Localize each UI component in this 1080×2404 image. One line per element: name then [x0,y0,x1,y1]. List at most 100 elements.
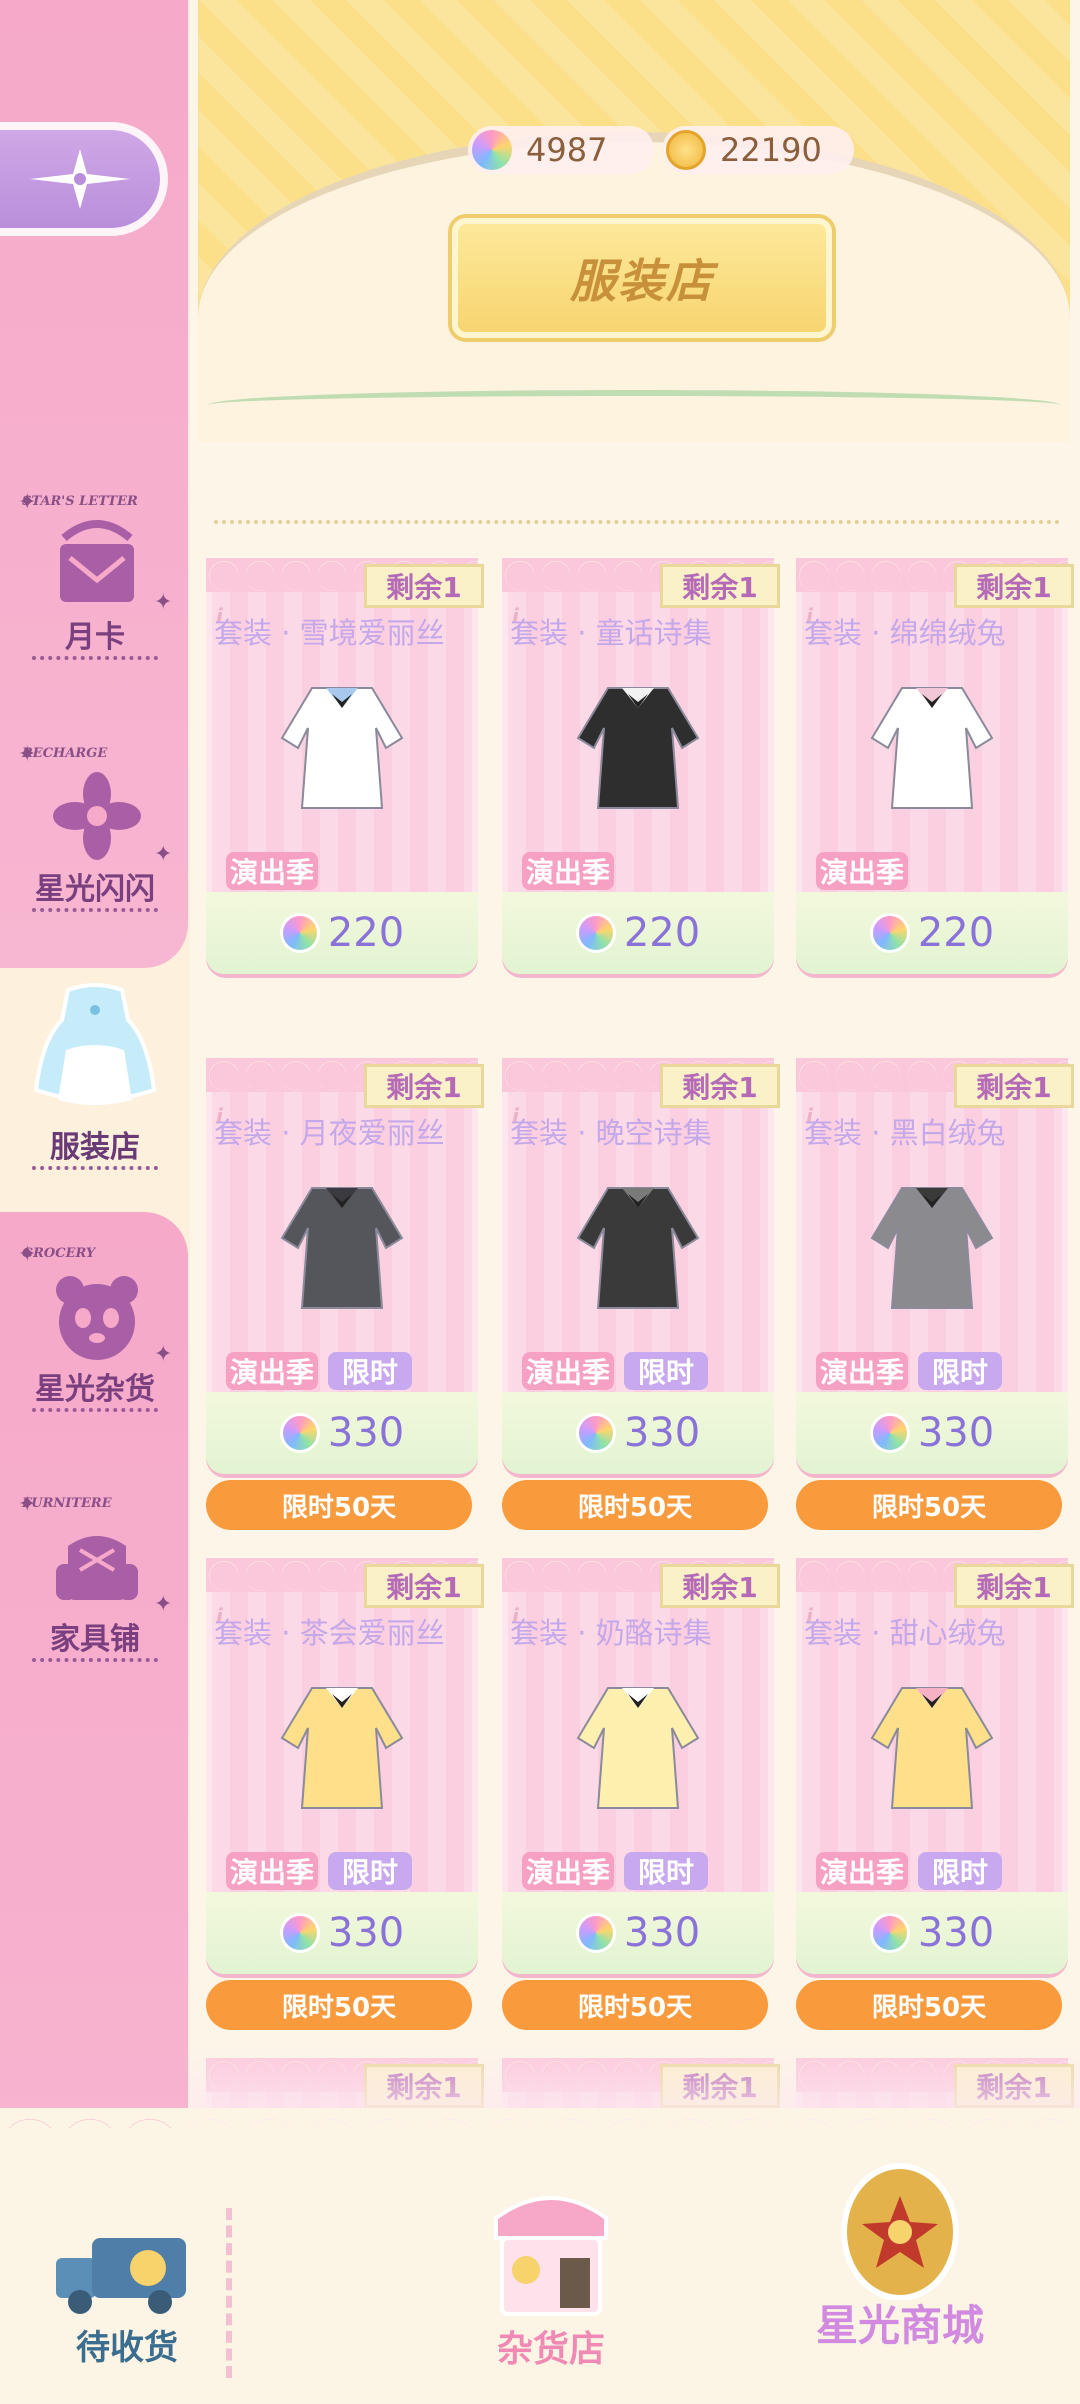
item-name: 套装 · 绵绵绒兔 [804,616,1006,650]
season-badge: 演出季 [522,1852,615,1890]
outfit-icon [576,687,700,809]
star-gem-icon [575,1913,616,1953]
star-gem-icon [869,913,910,953]
season-badge: 演出季 [816,1352,909,1390]
outfit-icon [870,687,994,809]
coin-icon [666,130,706,170]
limited-badge: 限时 [918,1352,1003,1390]
product-card[interactable]: 剩余1 i 套装 · 绵绵绒兔 演出季 220 [796,558,1074,974]
grocery-store-label: 杂货店 [496,2329,605,2370]
star-gem-icon [279,1413,320,1453]
price-value: 330 [327,1410,405,1456]
time-limit-banner: 限时50天 [502,1480,768,1530]
remaining-badge: 剩余1 [364,1564,484,1608]
price-bar[interactable]: 330 [502,1892,774,1974]
outfit-icon [280,1687,404,1809]
price-bar[interactable]: 330 [796,1392,1068,1474]
letter-icon [60,520,134,602]
season-badge: 演出季 [226,1352,319,1390]
badge-group: 演出季 [816,852,909,890]
starlight-mall-label: 星光商城 [815,2301,984,2350]
outfit-icon [280,1187,404,1309]
remaining-badge: 剩余1 [660,1064,780,1108]
price-value: 220 [623,910,701,956]
item-name: 套装 · 童话诗集 [510,616,712,650]
star-gem-icon [472,130,512,170]
sidebar-item-clothing-store[interactable]: 服装店 [0,980,190,1180]
price-bar[interactable]: 330 [206,1392,478,1474]
product-card[interactable]: 剩余1 i 套装 · 奶酪诗集 演出季 限时 330 [502,1558,780,1974]
sofa-icon [56,1536,138,1600]
star-gem-icon [279,1913,320,1953]
item-name: 套装 · 晚空诗集 [510,1116,712,1150]
coin-currency-value: 22190 [720,131,822,169]
product-card[interactable]: 剩余1 i 套装 · 茶会爱丽丝 演出季 限时 330 [206,1558,484,1974]
product-card[interactable]: 剩余1 i 套装 · 童话诗集 演出季 220 [502,558,780,974]
badge-group: 演出季 限时 [522,1352,709,1390]
star-gem-icon [575,913,616,953]
starlight-mall-button[interactable]: 星光商城 [770,2160,1030,2380]
sidebar-item-monthly-card[interactable]: ✦ STAR'S LETTER ✦ 月卡 [0,490,190,674]
vine-decoration [208,390,1060,420]
price-bar[interactable]: 220 [206,892,478,974]
compass-star-icon [30,149,130,209]
time-limit-banner: 限时50天 [796,1480,1062,1530]
star-gem-icon [279,913,320,953]
badge-group: 演出季 限时 [816,1352,1003,1390]
star-currency[interactable]: 4987 [468,126,654,174]
season-badge: 演出季 [522,852,615,890]
remaining-badge: 剩余1 [660,564,780,608]
time-limit-banner: 限时50天 [796,1980,1062,2030]
limited-badge: 限时 [328,1352,413,1390]
price-value: 220 [327,910,405,956]
price-value: 330 [623,1410,701,1456]
sidebar-item-grocery[interactable]: ✦ GROCERY ✦ 星光杂货 [0,1242,190,1426]
item-name: 套装 · 雪境爱丽丝 [214,616,445,650]
sidebar-item-tag: STAR'S LETTER [22,494,138,509]
star-gem-icon [869,1413,910,1453]
price-bar[interactable]: 330 [796,1892,1068,1974]
outfit-icon [576,1687,700,1809]
back-button[interactable] [0,122,168,236]
price-value: 330 [327,1910,405,1956]
product-card[interactable]: 剩余1 i 套装 · 雪境爱丽丝 演出季 220 [206,558,484,974]
panda-icon [56,1276,138,1360]
price-value: 220 [917,910,995,956]
outfit-icon [870,1687,994,1809]
flower-icon [53,772,141,860]
item-name: 套装 · 黑白绒兔 [804,1116,1006,1150]
outfit-icon [576,1187,700,1309]
badge-group: 演出季 限时 [226,1352,413,1390]
price-value: 330 [917,1910,995,1956]
page-title: 服装店 [570,254,714,308]
item-name: 套装 · 甜心绒兔 [804,1616,1006,1650]
product-card[interactable]: 剩余1 i 套装 · 晚空诗集 演出季 限时 330 [502,1058,780,1474]
grocery-store-button[interactable]: 杂货店 [466,2178,636,2370]
price-bar[interactable]: 330 [502,1392,774,1474]
season-badge: 演出季 [816,852,909,890]
season-badge: 演出季 [816,1852,909,1890]
coin-currency[interactable]: 22190 [662,126,854,174]
limited-badge: 限时 [624,1352,709,1390]
limited-badge: 限时 [918,1852,1003,1890]
product-card[interactable]: 剩余1 i 套装 · 黑白绒兔 演出季 限时 330 [796,1058,1074,1474]
product-card[interactable]: 剩余1 i 套装 · 甜心绒兔 演出季 限时 330 [796,1558,1074,1974]
remaining-badge: 剩余1 [364,1064,484,1108]
pending-delivery-label: 待收货 [76,2328,178,2368]
price-bar[interactable]: 330 [206,1892,478,1974]
item-name: 套装 · 茶会爱丽丝 [214,1616,445,1650]
item-name: 套装 · 月夜爱丽丝 [214,1116,445,1150]
sidebar-item-furniture[interactable]: ✦ FURNITERE ✦ 家具铺 [0,1492,190,1676]
product-card[interactable]: 剩余1 i 套装 · 月夜爱丽丝 演出季 限时 330 [206,1058,484,1474]
badge-group: 演出季 限时 [522,1852,709,1890]
badge-group: 演出季 [226,852,319,890]
price-bar[interactable]: 220 [502,892,774,974]
badge-group: 演出季 限时 [226,1852,413,1890]
sidebar-item-recharge[interactable]: ✦ RECHARGE ✦ 星光闪闪 [0,742,190,926]
dress-icon [33,983,157,1105]
pending-delivery-button[interactable]: 待收货 [52,2230,202,2368]
price-bar[interactable]: 220 [796,892,1068,974]
star-gem-icon [575,1413,616,1453]
title-banner: 服装店 [452,218,832,338]
dotted-divider [214,520,1060,524]
